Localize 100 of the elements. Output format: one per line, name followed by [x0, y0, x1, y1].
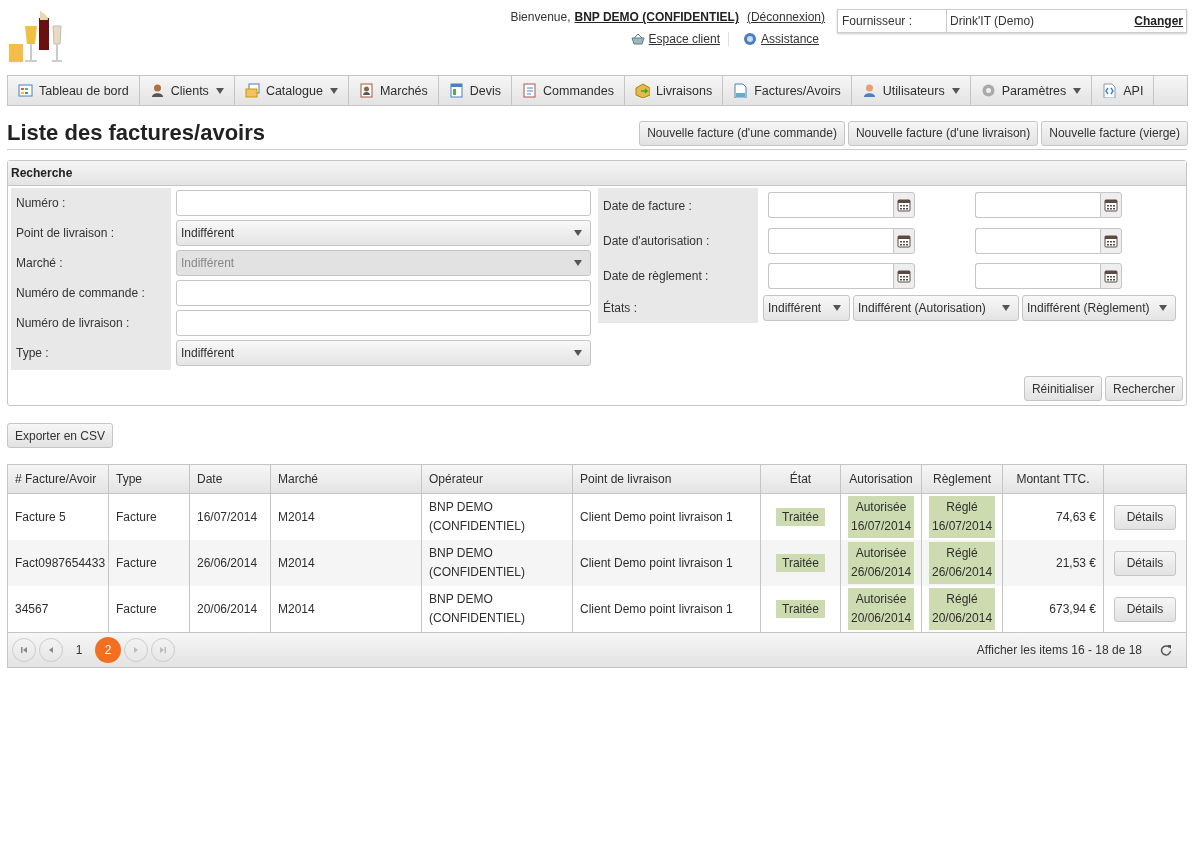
menu-item[interactable]: Devis	[438, 76, 513, 105]
status-tag: Traitée	[776, 600, 825, 618]
first-page-icon	[20, 646, 28, 654]
menu-item[interactable]: Commandes	[512, 76, 625, 105]
logout-link[interactable]: (Déconnexion)	[746, 10, 825, 24]
field-label: Type :	[15, 345, 50, 362]
details-button[interactable]: Détails	[1113, 596, 1177, 622]
notebook-icon	[522, 83, 538, 98]
field-label: États :	[602, 299, 638, 317]
column-header[interactable]: Règlement	[921, 465, 1003, 494]
field-label: Numéro de livraison :	[15, 315, 131, 332]
caret-icon	[329, 87, 338, 94]
help-link[interactable]: Assistance	[760, 32, 819, 46]
reset-button[interactable]: Réinitialiser	[1023, 376, 1102, 401]
field-label: Numéro :	[15, 195, 67, 212]
calendar-icon	[1104, 198, 1118, 212]
change-link[interactable]: Changer	[1134, 14, 1183, 28]
date-field[interactable]	[768, 263, 893, 289]
column-header[interactable]: Date	[189, 465, 271, 494]
dropdown-field[interactable]: Indifférent	[176, 220, 591, 246]
column-header[interactable]: # Facture/Avoir	[8, 465, 109, 494]
details-button[interactable]: Détails	[1113, 504, 1177, 530]
calendar-button[interactable]	[893, 263, 915, 289]
status-tag: Autorisée 26/06/2014	[848, 542, 915, 584]
calendar-button[interactable]	[1100, 192, 1122, 218]
contact-card-icon	[358, 83, 374, 98]
pager-summary: Afficher les items 16 - 18 de 18	[976, 643, 1142, 657]
table-cell: BNP DEMO (CONFIDENTIEL)	[429, 546, 525, 579]
status-tag: Traitée	[776, 554, 825, 572]
caret-icon	[833, 305, 841, 311]
person-icon	[861, 83, 877, 98]
menu-item[interactable]: Paramètres	[970, 76, 1093, 105]
caret-icon	[574, 260, 582, 266]
date-field[interactable]	[975, 263, 1100, 289]
column-header[interactable]: Montant TTC.	[1002, 465, 1104, 494]
new-invoice-button[interactable]: Nouvelle facture (vierge)	[1041, 120, 1188, 146]
supplier-value: Drink'IT (Demo)	[950, 14, 1035, 28]
calendar-button[interactable]	[893, 228, 915, 254]
document-icon	[733, 83, 749, 98]
calendar-icon	[897, 234, 911, 248]
dropdown-field[interactable]: Indifférent (Règlement)	[1022, 295, 1176, 321]
table-cell: Facture	[116, 602, 157, 616]
calendar-icon	[1104, 269, 1118, 283]
field-label: Marché :	[15, 255, 64, 272]
menu-item[interactable]: Livraisons	[624, 76, 724, 105]
table-cell: 673,94 €	[1049, 602, 1096, 616]
welcome-text: Bienvenue,	[510, 10, 571, 24]
menu-item[interactable]: Tableau de bord	[8, 76, 140, 105]
person-icon	[149, 83, 165, 98]
input-field[interactable]	[176, 310, 591, 336]
status-tag: Traitée	[776, 508, 825, 526]
help-icon	[742, 32, 757, 46]
new-invoice-button[interactable]: Nouvelle facture (d'une livraison)	[847, 120, 1039, 146]
refresh-button[interactable]	[1160, 644, 1172, 656]
table-cell: 21,53 €	[1055, 556, 1096, 570]
table-cell: Facture	[116, 556, 157, 570]
details-button[interactable]: Détails	[1113, 550, 1177, 576]
status-tag: Autorisée 16/07/2014	[848, 496, 915, 538]
table-cell: Client Demo point livraison 1	[580, 602, 733, 616]
export-csv-button[interactable]: Exporter en CSV	[7, 423, 114, 448]
dropdown-field[interactable]: Indifférent	[763, 295, 850, 321]
date-field[interactable]	[768, 228, 893, 254]
menu-item[interactable]: Factures/Avoirs	[723, 76, 852, 105]
menu-item[interactable]: Marchés	[348, 76, 439, 105]
page-number[interactable]: 1	[66, 637, 92, 663]
column-header[interactable]: Opérateur	[421, 465, 573, 494]
last-page-icon	[159, 646, 167, 654]
column-header[interactable]: Point de livraison	[572, 465, 761, 494]
menu-item[interactable]: Catalogue	[234, 76, 349, 105]
dropdown-field[interactable]: Indifférent	[176, 340, 591, 366]
field-label: Point de livraison :	[15, 225, 116, 242]
new-invoice-button[interactable]: Nouvelle facture (d'une commande)	[639, 120, 845, 146]
table-cell: 34567	[15, 602, 49, 616]
search-button[interactable]: Rechercher	[1104, 376, 1183, 401]
caret-icon	[1002, 305, 1010, 311]
column-header[interactable]: Autorisation	[840, 465, 922, 494]
calendar-icon	[897, 198, 911, 212]
client-area-link[interactable]: Espace client	[648, 32, 720, 46]
calendar-button[interactable]	[1100, 263, 1122, 289]
column-header[interactable]: Type	[108, 465, 190, 494]
column-header[interactable]: Marché	[270, 465, 422, 494]
field-label: Numéro de commande :	[15, 285, 146, 302]
date-field[interactable]	[975, 192, 1100, 218]
menu-item[interactable]: Clients	[139, 76, 235, 105]
dropdown-field[interactable]: Indifférent (Autorisation)	[853, 295, 1019, 321]
caret-icon	[215, 87, 224, 94]
user-link[interactable]: BNP DEMO (CONFIDENTIEL)	[574, 10, 739, 24]
table-cell: 20/06/2014	[197, 602, 258, 616]
column-header[interactable]: État	[760, 465, 841, 494]
calendar-button[interactable]	[1100, 228, 1122, 254]
input-field[interactable]	[176, 280, 591, 306]
previous-page-icon	[47, 646, 55, 654]
calendar-button[interactable]	[893, 192, 915, 218]
date-field[interactable]	[975, 228, 1100, 254]
input-field[interactable]	[176, 190, 591, 216]
menu-item[interactable]: Utilisateurs	[851, 76, 971, 105]
date-field[interactable]	[768, 192, 893, 218]
status-tag: Autorisée 20/06/2014	[848, 588, 915, 630]
caret-icon	[1073, 87, 1082, 94]
menu-item[interactable]: API	[1092, 76, 1155, 105]
